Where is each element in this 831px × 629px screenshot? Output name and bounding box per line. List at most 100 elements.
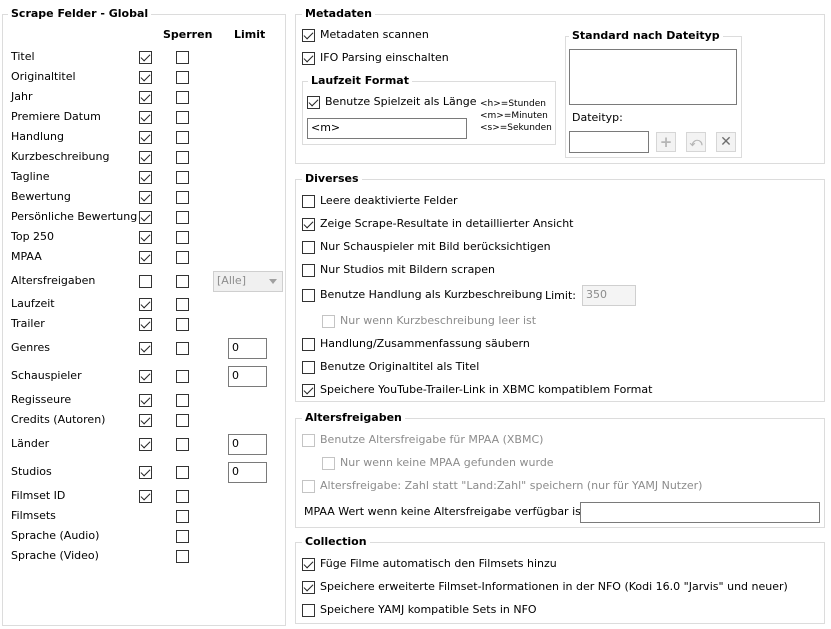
scrape-field-checkbox[interactable]	[139, 191, 152, 204]
edit-icon: ⤺	[689, 135, 703, 149]
mpaa-default-input[interactable]	[580, 502, 820, 523]
scrape-field-checkbox[interactable]	[139, 231, 152, 244]
standard-dateityp-title: Standard nach Dateityp	[569, 29, 723, 43]
ifo-parsing-checkbox[interactable]	[302, 52, 315, 65]
scrape-field-checkbox[interactable]	[139, 318, 152, 331]
lock-field-checkbox[interactable]	[176, 318, 189, 331]
scrape-field-label: Filmsets	[11, 509, 56, 522]
scrape-field-checkbox[interactable]	[139, 370, 152, 383]
lock-field-checkbox[interactable]	[176, 275, 189, 288]
kurzbeschreibung-limit-input[interactable]: 350	[582, 285, 636, 306]
altersfreigaben-title: Altersfreigaben	[302, 411, 405, 425]
option-checkbox[interactable]	[302, 384, 315, 397]
option-checkbox[interactable]	[302, 558, 315, 571]
option-checkbox[interactable]	[302, 604, 315, 617]
option-checkbox[interactable]	[302, 264, 315, 277]
scrape-field-label: Schauspieler	[11, 369, 82, 382]
option-checkbox[interactable]	[302, 581, 315, 594]
dateityp-list[interactable]	[569, 49, 737, 105]
lock-field-checkbox[interactable]	[176, 91, 189, 104]
scrape-field-checkbox[interactable]	[139, 438, 152, 451]
metadaten-scannen-label: Metadaten scannen	[320, 28, 429, 41]
scrape-field-checkbox[interactable]	[139, 171, 152, 184]
lock-field-checkbox[interactable]	[176, 171, 189, 184]
limit-input[interactable]: 0	[228, 434, 267, 455]
lock-field-checkbox[interactable]	[176, 510, 189, 523]
lock-field-checkbox[interactable]	[176, 394, 189, 407]
dateityp-input[interactable]	[569, 131, 649, 153]
lock-field-checkbox[interactable]	[176, 342, 189, 355]
scrape-field-checkbox[interactable]	[139, 342, 152, 355]
scrape-field-checkbox[interactable]	[139, 466, 152, 479]
option-checkbox[interactable]	[302, 218, 315, 231]
column-header-sperren: Sperren	[163, 28, 213, 41]
scrape-field-checkbox[interactable]	[139, 91, 152, 104]
lock-field-checkbox[interactable]	[176, 211, 189, 224]
lock-field-checkbox[interactable]	[176, 466, 189, 479]
legend-minuten: <m>=Minuten	[480, 111, 548, 121]
option-checkbox[interactable]	[302, 338, 315, 351]
lock-field-checkbox[interactable]	[176, 191, 189, 204]
spielzeit-checkbox[interactable]	[307, 96, 320, 109]
scrape-field-checkbox[interactable]	[139, 394, 152, 407]
option-checkbox[interactable]	[302, 361, 315, 374]
limit-input[interactable]: 0	[228, 338, 267, 359]
lock-field-checkbox[interactable]	[176, 550, 189, 563]
option-checkbox[interactable]	[302, 289, 315, 302]
scrape-field-checkbox[interactable]	[139, 51, 152, 64]
mpaa-default-label: MPAA Wert wenn keine Altersfreigabe verf…	[304, 505, 589, 518]
scrape-field-checkbox[interactable]	[139, 251, 152, 264]
lock-field-checkbox[interactable]	[176, 298, 189, 311]
lock-field-checkbox[interactable]	[176, 490, 189, 503]
scrape-field-checkbox[interactable]	[139, 211, 152, 224]
lock-field-checkbox[interactable]	[176, 51, 189, 64]
option-label: Speichere YAMJ kompatible Sets in NFO	[320, 603, 537, 616]
scrape-field-checkbox[interactable]	[139, 275, 152, 288]
lock-field-checkbox[interactable]	[176, 438, 189, 451]
lock-field-checkbox[interactable]	[176, 131, 189, 144]
option-checkbox[interactable]	[302, 480, 315, 493]
remove-dateityp-button[interactable]: ✕	[716, 132, 736, 152]
dateityp-label: Dateityp:	[572, 111, 623, 124]
scrape-field-checkbox[interactable]	[139, 490, 152, 503]
scrape-field-label: Länder	[11, 437, 50, 450]
add-dateityp-button[interactable]: +	[656, 132, 676, 152]
lock-field-checkbox[interactable]	[176, 71, 189, 84]
lock-field-checkbox[interactable]	[176, 414, 189, 427]
scrape-field-label: Titel	[11, 50, 35, 63]
option-checkbox[interactable]	[302, 434, 315, 447]
edit-dateityp-button[interactable]: ⤺	[686, 132, 706, 152]
scrape-field-checkbox[interactable]	[139, 414, 152, 427]
option-label: Benutze Altersfreigabe für MPAA (XBMC)	[320, 433, 544, 446]
option-checkbox[interactable]	[322, 315, 335, 328]
altersfreigaben-dropdown[interactable]: [Alle]	[213, 271, 283, 292]
option-checkbox[interactable]	[302, 195, 315, 208]
scrape-field-checkbox[interactable]	[139, 111, 152, 124]
chevron-down-icon	[269, 279, 277, 284]
lock-field-checkbox[interactable]	[176, 151, 189, 164]
option-checkbox[interactable]	[302, 241, 315, 254]
lock-field-checkbox[interactable]	[176, 231, 189, 244]
lock-field-checkbox[interactable]	[176, 111, 189, 124]
option-label: Zeige Scrape-Resultate in detaillierter …	[320, 217, 574, 230]
scrape-field-label: Genres	[11, 341, 51, 354]
laufzeit-format-input[interactable]: <m>	[307, 118, 467, 139]
spielzeit-label: Benutze Spielzeit als Länge	[325, 95, 477, 108]
limit-input[interactable]: 0	[228, 366, 267, 387]
limit-input[interactable]: 0	[228, 462, 267, 483]
scrape-field-checkbox[interactable]	[139, 298, 152, 311]
scrape-field-checkbox[interactable]	[139, 151, 152, 164]
metadaten-scannen-checkbox[interactable]	[302, 29, 315, 42]
scrape-field-checkbox[interactable]	[139, 131, 152, 144]
lock-field-checkbox[interactable]	[176, 370, 189, 383]
option-checkbox[interactable]	[322, 457, 335, 470]
lock-field-checkbox[interactable]	[176, 530, 189, 543]
scrape-field-label: Laufzeit	[11, 297, 55, 310]
scrape-field-label: Filmset ID	[11, 489, 66, 502]
lock-field-checkbox[interactable]	[176, 251, 189, 264]
option-label: Nur wenn Kurzbeschreibung leer ist	[340, 314, 537, 327]
scrape-field-checkbox[interactable]	[139, 71, 152, 84]
collection-title: Collection	[302, 535, 370, 549]
remove-icon: ✕	[720, 134, 732, 150]
scrape-field-label: Sprache (Audio)	[11, 529, 100, 542]
